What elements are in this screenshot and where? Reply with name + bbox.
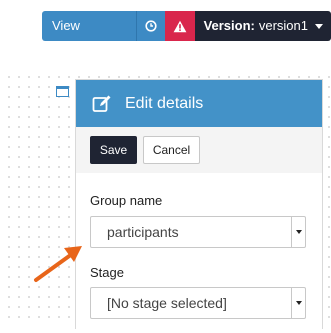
chevron-down-icon xyxy=(295,301,302,305)
history-button[interactable] xyxy=(136,11,166,41)
top-toolbar: View journeys Version: version1 xyxy=(42,11,331,63)
stage-label: Stage xyxy=(90,265,124,280)
view-journeys-button[interactable]: View journeys xyxy=(42,11,137,63)
stage-value: [No stage selected] xyxy=(107,295,227,311)
dropdown-arrow xyxy=(291,217,305,247)
warning-button[interactable] xyxy=(165,11,195,41)
warning-icon xyxy=(173,20,187,32)
save-button[interactable]: Save xyxy=(90,136,137,164)
dropdown-arrow xyxy=(291,288,305,318)
group-name-label: Group name xyxy=(90,193,163,208)
edit-details-panel: Edit details Save Cancel Group name part… xyxy=(75,79,323,333)
group-name-value: participants xyxy=(107,224,179,240)
panel-title: Edit details xyxy=(125,94,204,112)
chevron-down-icon xyxy=(295,230,302,234)
panel-header: Edit details xyxy=(76,80,322,127)
window-icon[interactable] xyxy=(56,86,69,97)
group-name-select[interactable]: participants xyxy=(90,216,306,248)
clock-icon xyxy=(145,20,157,32)
version-prefix: Version: xyxy=(203,18,255,33)
cancel-button[interactable]: Cancel xyxy=(143,136,200,164)
version-value: version1 xyxy=(258,18,308,33)
edit-icon xyxy=(92,95,111,112)
stage-select[interactable]: [No stage selected] xyxy=(90,287,306,319)
annotation-arrow-icon xyxy=(34,246,82,282)
caret-down-icon xyxy=(315,24,323,29)
form-area: Group name participants Stage [No stage … xyxy=(76,173,322,333)
version-dropdown[interactable]: Version: version1 xyxy=(194,11,331,41)
